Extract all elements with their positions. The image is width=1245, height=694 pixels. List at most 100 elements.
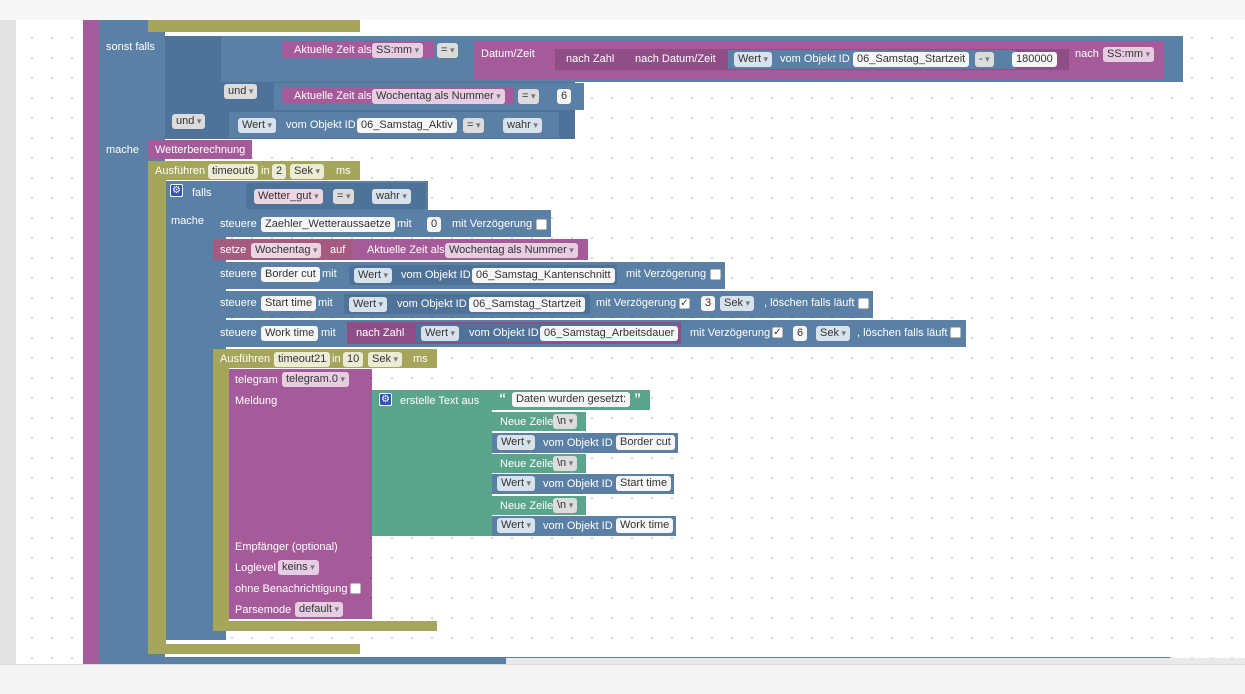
delay-number-field[interactable]: 6 [793,326,808,341]
silent-checkbox[interactable] [350,583,361,594]
gear-icon[interactable]: ⚙ [170,184,183,197]
timeout-block-2-bottom [213,621,437,631]
text-join-block[interactable] [372,390,492,536]
value-dropdown[interactable]: Wert [497,476,536,491]
compare-operator-dropdown[interactable]: = [463,118,485,133]
number-field[interactable]: 180000 [1012,52,1057,67]
math-operator-dropdown[interactable]: - [975,52,994,67]
clear-if-running-label: , löschen falls läuft [764,297,855,309]
value-dropdown[interactable]: Wert [238,118,277,133]
clear-if-running-checkbox[interactable] [950,327,961,338]
delay-checkbox[interactable] [536,219,547,230]
number-field[interactable]: 0 [427,217,442,232]
logic-operator-dropdown[interactable]: und [172,114,206,129]
output-format-dropdown[interactable]: SS:mm [1103,47,1155,62]
with-delay-label: mit Verzögerung [690,327,771,339]
in-label: in [261,165,270,177]
time-unit-dropdown[interactable]: Sek [720,296,754,311]
newline-label: Neue Zeile [500,458,554,470]
current-time-label: Aktuelle Zeit als [294,44,372,56]
object-id-field[interactable]: Border cut [616,435,675,450]
blockly-workspace[interactable]: sonst falls Aktuelle Zeit als SS:mm = Da… [16,20,1245,664]
with-delay-label: mit Verzögerung [626,268,707,280]
from-object-id-label: vom Objekt ID [469,327,539,339]
clear-if-running-checkbox[interactable] [858,298,869,309]
newline-dropdown[interactable]: \n [553,456,578,471]
variable-dropdown[interactable]: Wetter_gut [254,189,323,204]
object-id-field[interactable]: 06_Samstag_Startzeit [853,52,970,67]
in-label: in [332,353,341,365]
to-datetime-label: nach Datum/Zeit [635,53,716,65]
weekday-format-dropdown[interactable]: Wochentag als Nummer [372,89,505,104]
do-label: mache [106,144,140,156]
delay-number-field[interactable]: 3 [701,296,716,311]
value-dropdown[interactable]: Wert [354,268,393,283]
delay-checkbox[interactable] [710,269,721,280]
message-label: Meldung [235,395,278,407]
execute-label: Ausführen [220,353,271,365]
compare-operator-dropdown[interactable]: = [437,43,459,58]
object-id-field[interactable]: Work time [616,518,674,533]
value-dropdown[interactable]: Wert [734,52,773,67]
timeout-name-field[interactable]: timeout6 [208,164,259,179]
time-unit-dropdown[interactable]: Sek [816,326,850,341]
compare-operator-dropdown[interactable]: = [333,189,355,204]
boolean-dropdown[interactable]: wahr [503,118,542,133]
from-object-id-label: vom Objekt ID [543,520,613,532]
logic-operator-dropdown[interactable]: und [224,84,258,99]
value-dropdown[interactable]: Wert [421,326,460,341]
newline-label: Neue Zeile [500,500,554,512]
variable-dropdown[interactable]: Wochentag [251,243,322,258]
timeout-block-1-bottom [148,644,360,654]
delay-checkbox-checked[interactable]: ✓ [679,298,690,309]
timeout-name-field[interactable]: timeout21 [274,352,331,367]
object-id-field[interactable]: 06_Samstag_Startzeit [469,297,586,312]
telegram-label: telegram [235,374,278,386]
value-dropdown[interactable]: Wert [349,297,388,312]
from-object-id-label: vom Objekt ID [286,119,356,131]
with-delay-label: mit Verzögerung [596,297,677,309]
telegram-instance-dropdown[interactable]: telegram.0 [282,372,350,387]
loglevel-dropdown[interactable]: keins [278,560,319,575]
to-format-label: nach [1075,48,1099,60]
left-gutter [0,20,16,664]
object-id-field[interactable]: 06_Samstag_Aktiv [357,118,457,133]
object-id-field[interactable]: 06_Samstag_Kantenschnitt [472,268,615,283]
execute-label: Ausführen [155,165,206,177]
compare-operator-dropdown[interactable]: = [518,89,540,104]
control-target-field[interactable]: Work time [261,326,319,341]
with-delay-label: mit Verzögerung [452,218,533,230]
from-object-id-label: vom Objekt ID [401,269,471,281]
to-number-label: nach Zahl [566,53,615,65]
control-target-field[interactable]: Border cut [261,267,320,282]
value-dropdown[interactable]: Wert [497,518,536,533]
delay-checkbox-checked[interactable]: ✓ [772,327,783,338]
close-quote-icon: ” [634,390,641,406]
delay-number-field[interactable]: 2 [272,164,287,179]
time-format-dropdown[interactable]: SS:mm [372,43,424,58]
gear-icon[interactable]: ⚙ [379,393,392,406]
number-field[interactable]: 6 [557,89,572,104]
from-object-id-label: vom Objekt ID [780,53,850,65]
with-label: mit [321,327,336,339]
object-id-field[interactable]: 06_Samstag_Arbeitsdauer [540,326,679,341]
newline-dropdown[interactable]: \n [553,414,578,429]
from-object-id-label: vom Objekt ID [543,437,613,449]
delay-number-field[interactable]: 10 [343,352,364,367]
control-target-field[interactable]: Zaehler_Wetteraussaetze [261,217,395,232]
time-unit-dropdown[interactable]: Sek [290,164,324,179]
parsemode-dropdown[interactable]: default [295,602,344,617]
newline-dropdown[interactable]: \n [553,498,578,513]
object-id-field[interactable]: Start time [616,476,672,491]
value-dropdown[interactable]: Wert [497,435,536,450]
outer-block-spine[interactable] [83,20,99,664]
boolean-dropdown[interactable]: wahr [372,189,411,204]
horizontal-scrollbar-track[interactable] [0,664,1245,694]
control-target-field[interactable]: Start time [261,296,317,311]
text-literal-field[interactable]: Daten wurden gesetzt: [512,392,631,407]
current-time-label: Aktuelle Zeit als [367,244,445,256]
control-label: steuere [220,297,257,309]
weekday-format-dropdown[interactable]: Wochentag als Nummer [445,243,578,258]
set-label: setze [220,244,247,256]
time-unit-dropdown[interactable]: Sek [368,352,402,367]
